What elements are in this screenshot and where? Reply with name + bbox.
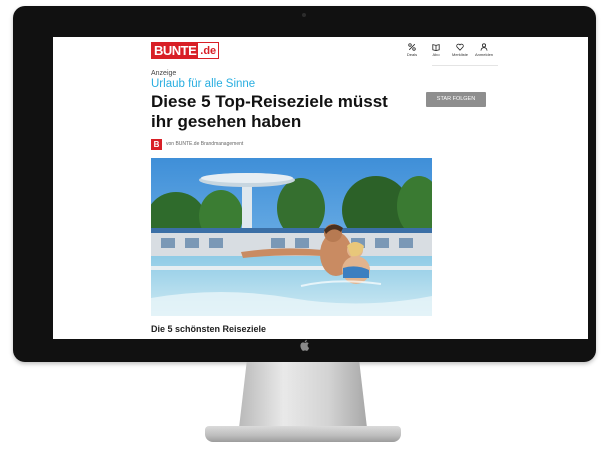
hero-photo — [151, 158, 432, 316]
ad-label: Anzeige — [151, 70, 177, 77]
monitor-bezel: BUNTE .de Deals Abo Merkliste Anmelden A… — [13, 6, 596, 362]
hero-image[interactable] — [151, 158, 432, 316]
nav-anmelden[interactable]: Anmelden — [475, 43, 493, 58]
bunte-logo[interactable]: BUNTE .de — [151, 42, 220, 59]
header-divider — [432, 65, 498, 66]
apple-logo-icon — [298, 339, 310, 351]
section-heading: Die 5 schönsten Reiseziele — [151, 324, 267, 334]
webcam — [302, 13, 306, 17]
nav-merkliste[interactable]: Merkliste — [451, 43, 469, 58]
nav-deals-label: Deals — [406, 52, 418, 57]
header-nav: Deals Abo Merkliste Anmelden — [403, 43, 493, 58]
author-logo-badge: B — [151, 138, 162, 150]
nav-merkliste-label: Merkliste — [451, 52, 468, 57]
star-follow-button[interactable]: STAR FOLGEN — [426, 92, 486, 107]
nav-anmelden-label: Anmelden — [475, 52, 494, 57]
nav-abo[interactable]: Abo — [427, 43, 445, 58]
follow-button-label: STAR FOLGEN — [436, 96, 476, 102]
nav-abo-label: Abo — [432, 52, 440, 57]
magazine-icon — [432, 43, 440, 51]
logo-domain: .de — [198, 42, 220, 59]
article-kicker: Urlaub für alle Sinne — [151, 78, 256, 90]
nav-deals[interactable]: Deals — [403, 43, 421, 58]
site-header: BUNTE .de Deals Abo Merkliste Anmelden — [53, 37, 588, 66]
percent-icon — [408, 43, 416, 51]
author-text[interactable]: von BUNTE.de Brandmanagement — [166, 141, 243, 147]
article-headline: Diese 5 Top-Reiseziele müsst ihr gesehen… — [151, 92, 388, 131]
monitor-stand-neck — [239, 362, 367, 428]
author-byline: B von BUNTE.de Brandmanagement — [151, 138, 243, 150]
logo-wordmark: BUNTE — [151, 42, 199, 59]
browser-screen: BUNTE .de Deals Abo Merkliste Anmelden A… — [53, 37, 588, 339]
heart-icon — [456, 43, 464, 51]
user-icon — [480, 43, 488, 51]
monitor-stand-base — [205, 426, 401, 442]
